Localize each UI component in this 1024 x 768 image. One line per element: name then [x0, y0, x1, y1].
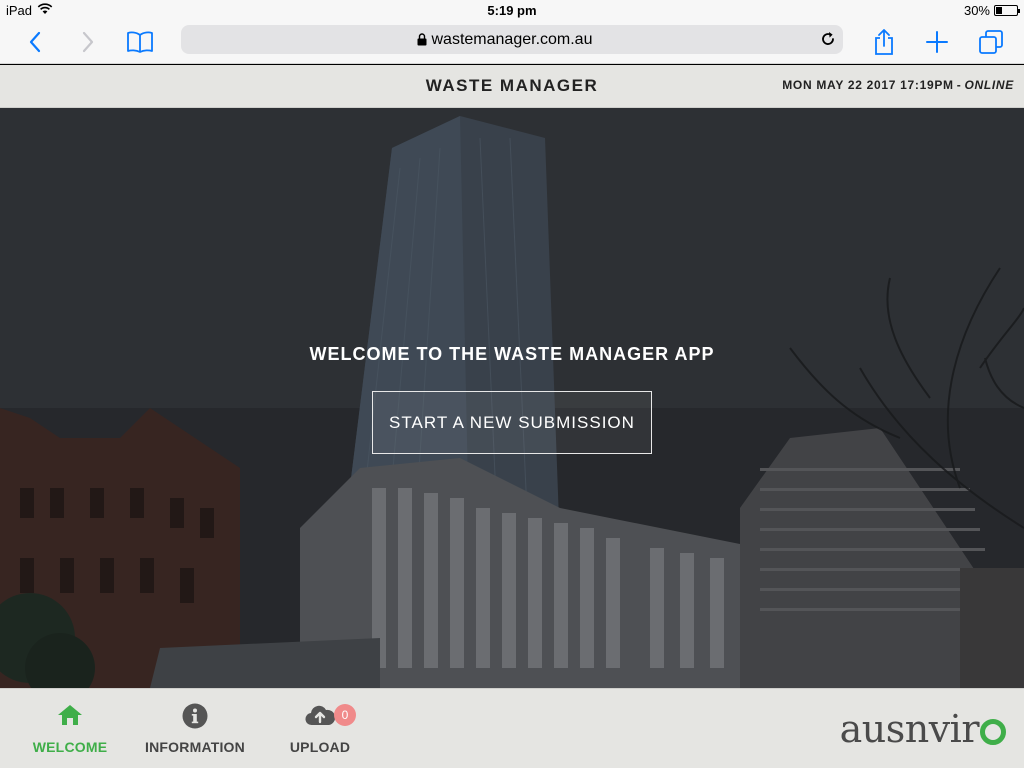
ausnviro-logo: ausnvir [840, 707, 1006, 751]
nav-upload-label: UPLOAD [289, 739, 351, 755]
address-bar[interactable]: wastemanager.com.au [181, 25, 843, 54]
tabs-icon[interactable] [975, 26, 1007, 58]
url-text: wastemanager.com.au [431, 31, 593, 48]
logo-wordmark: ausnvir [839, 707, 980, 751]
status-time: 5:19 pm [487, 3, 537, 18]
connection-status: ONLINE [964, 78, 1014, 92]
welcome-heading: WELCOME TO THE WASTE MANAGER APP [309, 344, 715, 364]
nav-upload[interactable]: 0 UPLOAD [285, 689, 356, 768]
status-bar: iPad 5:19 pm 30% [0, 0, 1024, 20]
bookmarks-icon[interactable] [124, 26, 156, 58]
battery-icon [994, 5, 1020, 16]
upload-count-badge: 0 [334, 704, 356, 726]
forward-icon[interactable] [72, 26, 104, 58]
hero-banner: WELCOME TO THE WASTE MANAGER APP START A… [0, 108, 1024, 688]
home-icon [56, 703, 84, 732]
bottom-nav: WELCOME INFORMATION 0 UPLOAD ausnvir [0, 688, 1024, 768]
back-icon[interactable] [19, 26, 51, 58]
app-header: WASTE MANAGER MON MAY 22 2017 17:19PM - ON… [0, 65, 1024, 108]
share-icon[interactable] [868, 26, 900, 58]
datetime-separator: - [956, 78, 962, 92]
nav-welcome-label: WELCOME [32, 739, 108, 755]
nav-welcome[interactable]: WELCOME [30, 689, 110, 768]
reload-icon[interactable] [819, 30, 837, 53]
new-tab-icon[interactable] [921, 26, 953, 58]
browser-toolbar: wastemanager.com.au [0, 20, 1024, 64]
logo-ring-mark [980, 719, 1006, 745]
datetime-text: MON MAY 22 2017 17:19PM [782, 78, 954, 92]
nav-information-label: INFORMATION [145, 739, 245, 755]
info-icon [182, 703, 208, 734]
nav-information[interactable]: INFORMATION [140, 689, 250, 768]
header-datetime: MON MAY 22 2017 17:19PM - ONLINE [782, 78, 1014, 92]
start-submission-button[interactable]: START A NEW SUBMISSION [372, 391, 652, 454]
cloud-upload-icon [304, 703, 336, 732]
battery-percent: 30% [963, 3, 990, 18]
